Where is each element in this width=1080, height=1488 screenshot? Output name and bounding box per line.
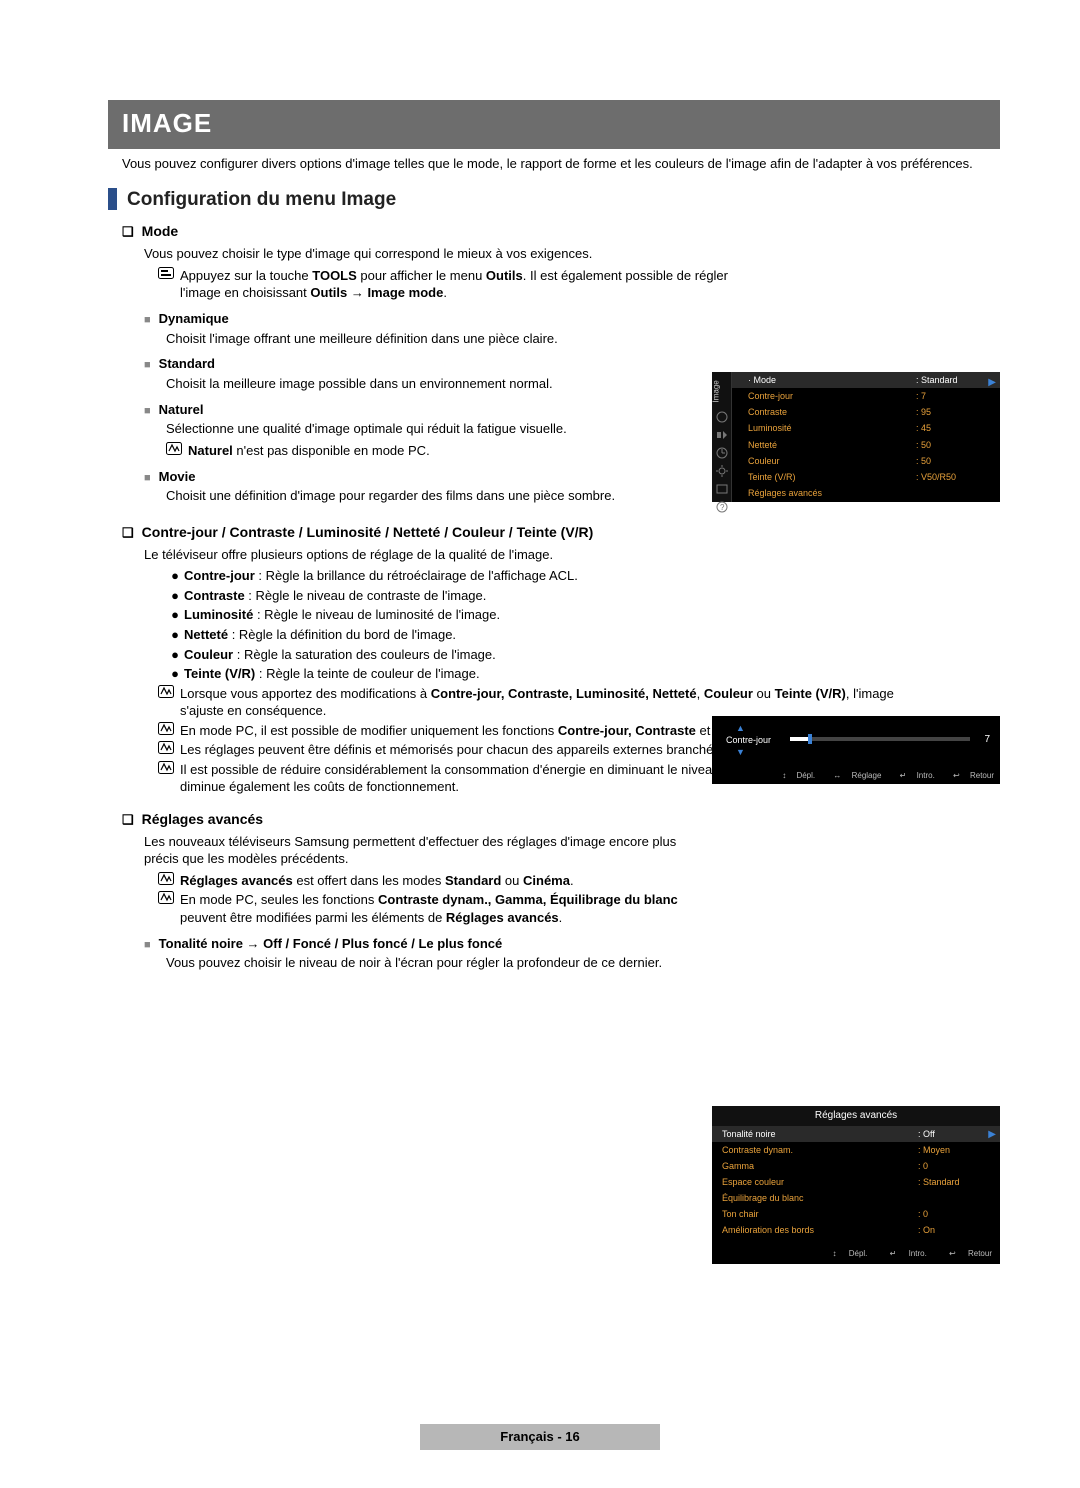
help-icon: ? [715,500,729,514]
osd-menu-row: Netteté: 50 [732,437,1000,453]
triangle-down-icon: ▼ [736,746,745,758]
osd-advanced-row: Espace couleur: Standard [712,1174,1000,1190]
advanced-note-1: Réglages avancés est offert dans les mod… [158,872,718,890]
page-footer: Français - 16 [0,1424,1080,1450]
svg-text:?: ? [720,503,725,512]
page-title: IMAGE [108,100,1000,149]
adjust-intro: Le téléviseur offre plusieurs options de… [144,546,904,564]
adjust-note-1: Lorsque vous apportez des modifications … [158,685,918,720]
note-icon [158,891,180,926]
adjust-bullet-item: ●Luminosité : Règle le niveau de luminos… [166,606,926,624]
standard-body: Choisit la meilleure image possible dans… [166,375,726,393]
movie-body: Choisit une définition d'image pour rega… [166,487,726,505]
osd-menu-row: Contraste: 95 [732,404,1000,420]
speaker-icon [715,428,729,442]
osd-slider-label: Contre-jour [726,734,771,746]
triangle-up-icon: ▲ [736,722,745,734]
tonalite-heading: Tonalité noire → Off / Foncé / Plus fonc… [144,935,1000,953]
osd-advanced-footer: ↕ Dépl. ↵ Intro. ↩ Retour [812,1249,992,1260]
osd-advanced-row: Amélioration des bords: On [712,1222,1000,1238]
osd-slider-panel: ▲ Contre-jour ▼ 7 ↕ Dépl. ↔ Réglage ↵ In… [712,716,1000,784]
osd-slider-bar [790,737,970,741]
chevron-right-icon: ▶ [988,376,996,390]
gear-icon [715,464,729,478]
accent-bar [108,188,117,210]
osd-slider-footer: ↕ Dépl. ↔ Réglage ↵ Intro. ↩ Retour [766,771,994,782]
osd-slider-value: 7 [984,733,990,747]
note-icon [158,722,180,740]
dynamique-heading: Dynamique [144,310,1000,328]
advanced-intro: Les nouveaux téléviseurs Samsung permett… [144,833,714,868]
advanced-note-2: En mode PC, seules les fonctions Contras… [158,891,718,926]
note-icon [166,442,188,460]
osd-advanced-row: Contraste dynam.: Moyen [712,1142,1000,1158]
note-icon [158,761,180,796]
standard-heading: Standard [144,355,1000,373]
osd-advanced-row: Ton chair: 0 [712,1206,1000,1222]
dynamique-body: Choisit l'image offrant une meilleure dé… [166,330,726,348]
osd-advanced-list: Tonalité noire: Off▶Contraste dynam.: Mo… [712,1126,1000,1239]
input-icon [715,482,729,496]
adjust-bullet-item: ●Teinte (V/R) : Règle la teinte de coule… [166,665,926,683]
osd-menu-row: Contre-jour: 7 [732,388,1000,404]
osd-menu-row: · Mode: Standard [732,372,1000,388]
osd-advanced-row: Gamma: 0 [712,1158,1000,1174]
advanced-heading: Réglages avancés [122,810,1000,829]
naturel-note: Naturel n'est pas disponible en mode PC. [166,442,726,460]
tools-text: Appuyez sur la touche TOOLS pour affiche… [180,267,728,302]
naturel-body: Sélectionne une qualité d'image optimale… [166,420,726,438]
tonalite-body: Vous pouvez choisir le niveau de noir à … [166,954,926,972]
page-number: Français - 16 [420,1424,660,1450]
mode-body: Vous pouvez choisir le type d'image qui … [144,245,714,263]
osd-main-list: ▶ · Mode: StandardContre-jour: 7Contrast… [732,372,1000,502]
note-icon [158,685,180,720]
adjust-bullet-item: ●Contre-jour : Règle la brillance du rét… [166,567,926,585]
note-icon [158,741,180,759]
tools-icon [158,267,180,302]
section-header: Configuration du menu Image [80,187,1000,213]
osd-advanced-panel: Réglages avancés Tonalité noire: Off▶Con… [712,1106,1000,1264]
adjust-bullet-item: ●Netteté : Règle la définition du bord d… [166,626,926,644]
osd-menu-row: Teinte (V/R): V50/R50 [732,469,1000,485]
section-header-text: Configuration du menu Image [127,187,396,213]
osd-menu-row: Couleur: 50 [732,453,1000,469]
adjust-bullet-list: ●Contre-jour : Règle la brillance du rét… [166,567,926,682]
osd-advanced-row: Tonalité noire: Off▶ [712,1126,1000,1142]
clock-icon [715,446,729,460]
osd-tab-column: Image ? [712,372,732,502]
osd-advanced-title: Réglages avancés [712,1106,1000,1126]
adjust-heading: Contre-jour / Contraste / Luminosité / N… [122,523,1000,542]
mode-heading: Mode [122,222,1000,241]
osd-tab-image: Image [712,380,723,402]
adjust-bullet-item: ●Couleur : Règle la saturation des coule… [166,646,926,664]
osd-menu-row: Réglages avancés [732,485,1000,501]
osd-image-menu: Image ? ▶ · Mode: StandardContre-jour: 7… [712,372,1000,502]
intro-text: Vous pouvez configurer divers options d'… [122,155,1000,173]
circle-icon [715,410,729,424]
osd-menu-row: Luminosité: 45 [732,420,1000,436]
tools-note: Appuyez sur la touche TOOLS pour affiche… [158,267,728,302]
adjust-bullet-item: ●Contraste : Règle le niveau de contrast… [166,587,926,605]
osd-advanced-row: Équilibrage du blanc [712,1190,1000,1206]
note-icon [158,872,180,890]
